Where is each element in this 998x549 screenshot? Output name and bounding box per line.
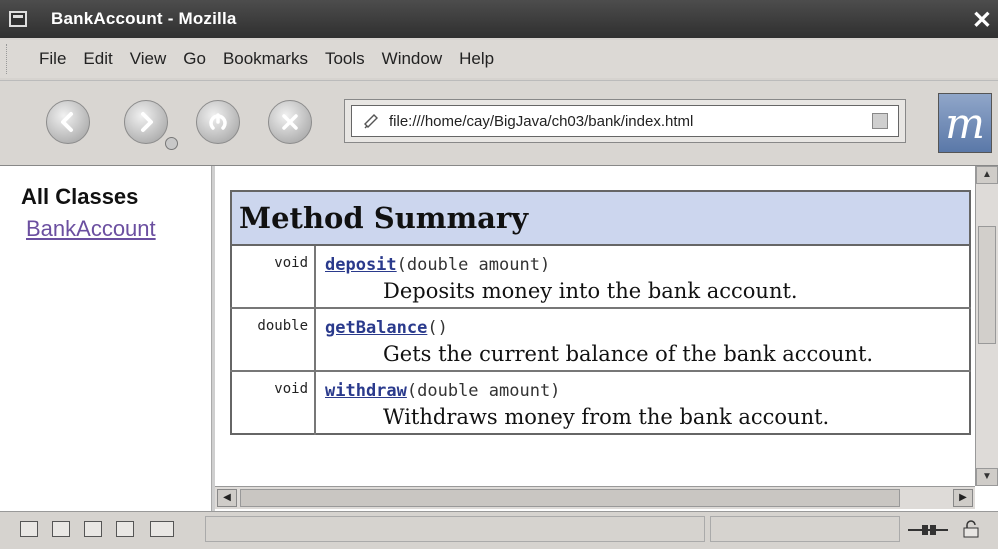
forward-history-dropdown[interactable]	[165, 137, 178, 150]
online-status-icon[interactable]	[908, 524, 948, 536]
all-classes-heading: All Classes	[21, 184, 139, 209]
forward-button[interactable]	[124, 100, 168, 144]
class-link-bankaccount[interactable]: BankAccount	[26, 216, 156, 242]
table-row: void deposit(double amount) Deposits mon…	[231, 244, 970, 308]
vertical-scroll-thumb[interactable]	[978, 226, 996, 344]
method-summary-title: Method Summary	[231, 191, 970, 246]
vertical-scrollbar[interactable]: ▲ ▼	[975, 166, 998, 486]
forward-icon	[141, 112, 153, 132]
status-bar	[0, 511, 998, 549]
method-link-deposit[interactable]: deposit	[325, 255, 397, 275]
method-cell: withdraw(double amount) Withdraws money …	[315, 370, 970, 434]
scroll-down-icon[interactable]: ▼	[976, 468, 998, 486]
scroll-left-icon[interactable]: ◀	[217, 489, 237, 507]
composer-icon[interactable]	[116, 521, 134, 537]
menu-help[interactable]: Help	[459, 49, 494, 69]
stop-icon	[282, 114, 298, 130]
method-description: Deposits money into the bank account.	[383, 279, 798, 303]
menu-file[interactable]: File	[39, 49, 66, 69]
method-params: (double amount)	[406, 381, 561, 401]
scroll-right-icon[interactable]: ▶	[953, 489, 973, 507]
window-title-bar: BankAccount - Mozilla ✕	[0, 0, 998, 38]
url-text: file:///home/cay/BigJava/ch03/bank/index…	[389, 112, 694, 130]
url-bar: file:///home/cay/BigJava/ch03/bank/index…	[344, 99, 906, 143]
menu-bar: File Edit View Go Bookmarks Tools Window…	[0, 40, 998, 78]
horizontal-scroll-thumb[interactable]	[240, 489, 900, 507]
window-title: BankAccount - Mozilla	[51, 9, 237, 28]
method-description: Withdraws money from the bank account.	[383, 405, 830, 429]
return-type: void	[231, 244, 316, 308]
browser-content: All Classes BankAccount Method Summary v…	[0, 165, 998, 511]
menu-go[interactable]: Go	[183, 49, 206, 69]
method-signature: withdraw(double amount)	[317, 373, 968, 401]
security-lock-icon[interactable]	[962, 520, 982, 538]
url-dropdown-icon[interactable]	[872, 113, 888, 129]
table-row: double getBalance() Gets the current bal…	[231, 307, 970, 371]
back-button[interactable]	[46, 100, 90, 144]
address-book-icon[interactable]	[150, 521, 174, 537]
chat-icon[interactable]	[84, 521, 102, 537]
mail-icon[interactable]	[52, 521, 70, 537]
url-input[interactable]: file:///home/cay/BigJava/ch03/bank/index…	[351, 105, 899, 137]
scroll-up-icon[interactable]: ▲	[976, 166, 998, 184]
method-signature: getBalance()	[317, 310, 968, 338]
method-summary-table: Method Summary void deposit(double amoun…	[230, 190, 971, 435]
mozilla-logo[interactable]: m	[938, 93, 992, 153]
method-cell: getBalance() Gets the current balance of…	[315, 307, 970, 371]
class-detail-frame: Method Summary void deposit(double amoun…	[215, 166, 973, 486]
method-link-withdraw[interactable]: withdraw	[325, 381, 407, 401]
back-icon	[61, 112, 73, 132]
close-icon[interactable]: ✕	[972, 6, 992, 35]
menu-edit[interactable]: Edit	[83, 49, 112, 69]
method-description: Gets the current balance of the bank acc…	[383, 342, 874, 366]
class-list-frame: All Classes BankAccount	[8, 166, 212, 511]
status-message	[205, 516, 705, 542]
return-type: void	[231, 370, 316, 434]
page-icon	[364, 114, 378, 129]
progress-meter	[710, 516, 900, 542]
method-params: ()	[427, 318, 448, 338]
method-params: (double amount)	[396, 255, 551, 275]
menu-view[interactable]: View	[130, 49, 167, 69]
method-link-getbalance[interactable]: getBalance	[325, 318, 427, 338]
reload-icon	[209, 113, 227, 130]
navigation-toolbar: file:///home/cay/BigJava/ch03/bank/index…	[0, 80, 998, 166]
method-signature: deposit(double amount)	[317, 247, 968, 275]
menu-grip-handle[interactable]	[6, 44, 15, 74]
reload-button[interactable]	[196, 100, 240, 144]
method-cell: deposit(double amount) Deposits money in…	[315, 244, 970, 308]
horizontal-scrollbar[interactable]: ◀ ▶	[215, 486, 975, 509]
menu-window[interactable]: Window	[382, 49, 442, 69]
return-type: double	[231, 307, 316, 371]
stop-button[interactable]	[268, 100, 312, 144]
window-menu-icon[interactable]	[9, 11, 27, 27]
menu-tools[interactable]: Tools	[325, 49, 365, 69]
navigator-icon[interactable]	[20, 521, 38, 537]
menu-bookmarks[interactable]: Bookmarks	[223, 49, 308, 69]
table-row: void withdraw(double amount) Withdraws m…	[231, 370, 970, 434]
